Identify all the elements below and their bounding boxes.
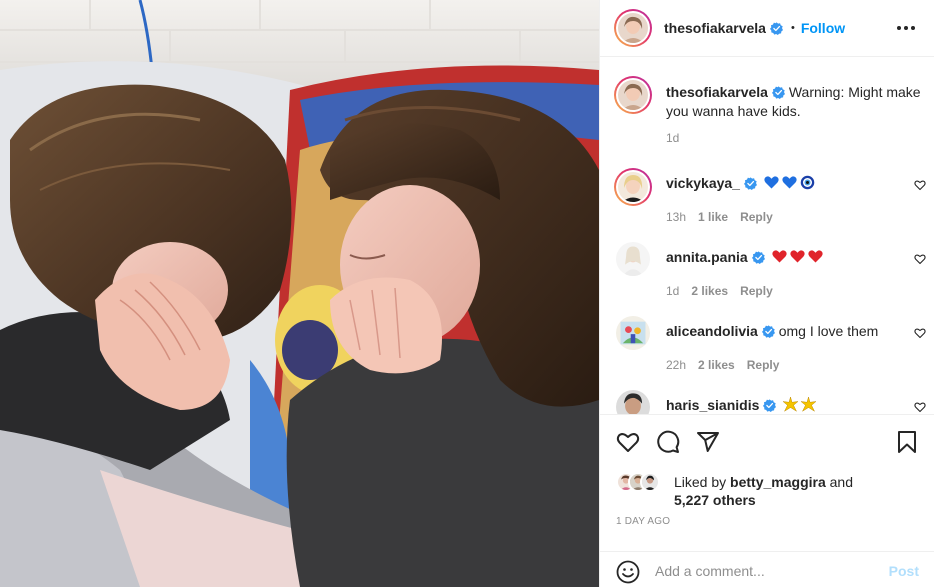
comment-icon[interactable] [656,430,680,454]
comment-line: vickykaya_ [666,175,815,191]
caption-time[interactable]: 1d [666,131,679,145]
comment-like-heart-icon[interactable] [914,401,926,413]
add-comment-input[interactable] [655,561,875,581]
red-heart-icon [771,250,787,263]
comment-meta: 1d 2 likes Reply [666,284,785,298]
red-heart-icon [807,250,823,263]
bookmark-icon[interactable] [895,430,919,454]
red-heart-icon [789,250,805,263]
comment-story-ring[interactable] [614,168,652,206]
comment-item: haris_sianidis [614,390,932,414]
commenter-avatar[interactable] [618,172,648,202]
story-ring[interactable] [614,9,652,47]
reply-button[interactable]: Reply [740,284,773,298]
comment-username[interactable]: aliceandolivia [666,323,758,339]
post-side-panel: thesofiakarvela • Follow thesofiakarvela… [599,0,934,587]
commenter-avatar[interactable] [616,316,650,350]
author-username[interactable]: thesofiakarvela [664,20,766,36]
comment-item: annita.pania 1d 2 likes Reply [614,242,932,302]
liked-by-others[interactable]: 5,227 others [674,492,756,508]
post-header: thesofiakarvela • Follow [600,0,934,57]
comment-like-heart-icon[interactable] [914,253,926,265]
verified-badge-icon [769,21,783,35]
comment-username[interactable]: haris_sianidis [666,397,759,413]
comment-meta: 22h 2 likes Reply [666,358,791,372]
liker-avatar[interactable] [640,472,660,492]
add-comment-bar: Post [600,551,934,587]
comment-line: haris_sianidis [666,397,817,413]
verified-badge-icon [743,177,757,190]
instagram-post: thesofiakarvela • Follow thesofiakarvela… [0,0,934,587]
blue-heart-icon [764,176,779,189]
comment-likes[interactable]: 1 like [698,210,728,224]
author-avatar[interactable] [618,13,648,43]
comment-time[interactable]: 1d [666,284,679,298]
post-timestamp[interactable]: 1 DAY AGO [616,516,670,527]
caption-text-block: thesofiakarvela Warning: Might make you … [666,83,928,121]
post-comment-button[interactable]: Post [889,563,919,579]
more-horizontal-icon[interactable] [895,18,917,38]
verified-badge-icon [761,325,775,338]
comment-item: vickykaya_ 13h 1 like Reply [614,168,932,228]
comment-time[interactable]: 22h [666,358,686,372]
heart-icon[interactable] [616,430,640,454]
smiley-icon[interactable] [616,560,640,584]
comment-line: annita.pania [666,249,823,265]
caption-username[interactable]: thesofiakarvela [666,84,768,100]
blue-heart-icon [782,176,797,189]
reply-button[interactable]: Reply [747,358,780,372]
caption-story-ring[interactable] [614,76,652,114]
comment-meta: 13h 1 like Reply [666,210,785,224]
comment-likes[interactable]: 2 likes [691,284,728,298]
comment-like-heart-icon[interactable] [914,327,926,339]
verified-badge-icon [763,399,777,412]
reply-button[interactable]: Reply [740,210,773,224]
verified-badge-icon [751,251,765,264]
follow-button[interactable]: Follow [801,20,845,36]
liked-by-username[interactable]: betty_maggira [730,474,826,490]
nazar-amulet-icon [800,175,815,190]
caption-avatar[interactable] [618,80,648,110]
comment-line: aliceandolivia omg I love them [666,323,878,339]
sparkle-star-icon [801,397,817,412]
comment-likes[interactable]: 2 likes [698,358,735,372]
comment-username[interactable]: annita.pania [666,249,748,265]
sparkle-star-icon [783,397,799,412]
comment-like-heart-icon[interactable] [914,179,926,191]
comment-text: omg I love them [778,323,879,339]
post-actions: Liked by betty_maggira and 5,227 others … [600,414,934,587]
liked-by-and: and [829,474,853,490]
comment-item: aliceandolivia omg I love them 22h 2 like… [614,316,932,376]
commenter-avatar[interactable] [616,242,650,276]
verified-badge-icon [771,86,785,99]
post-photo[interactable] [0,0,599,587]
comment-username[interactable]: vickykaya_ [666,175,740,191]
comments-list[interactable]: thesofiakarvela Warning: Might make you … [600,57,934,414]
photo-two-children-sleeping [0,0,599,587]
commenter-avatar[interactable] [616,390,650,414]
likes-text: Liked by betty_maggira and 5,227 others [674,473,874,509]
liked-by-prefix: Liked by [674,474,727,490]
header-separator: • [790,22,795,34]
comment-time[interactable]: 13h [666,210,686,224]
share-icon[interactable] [696,430,720,454]
